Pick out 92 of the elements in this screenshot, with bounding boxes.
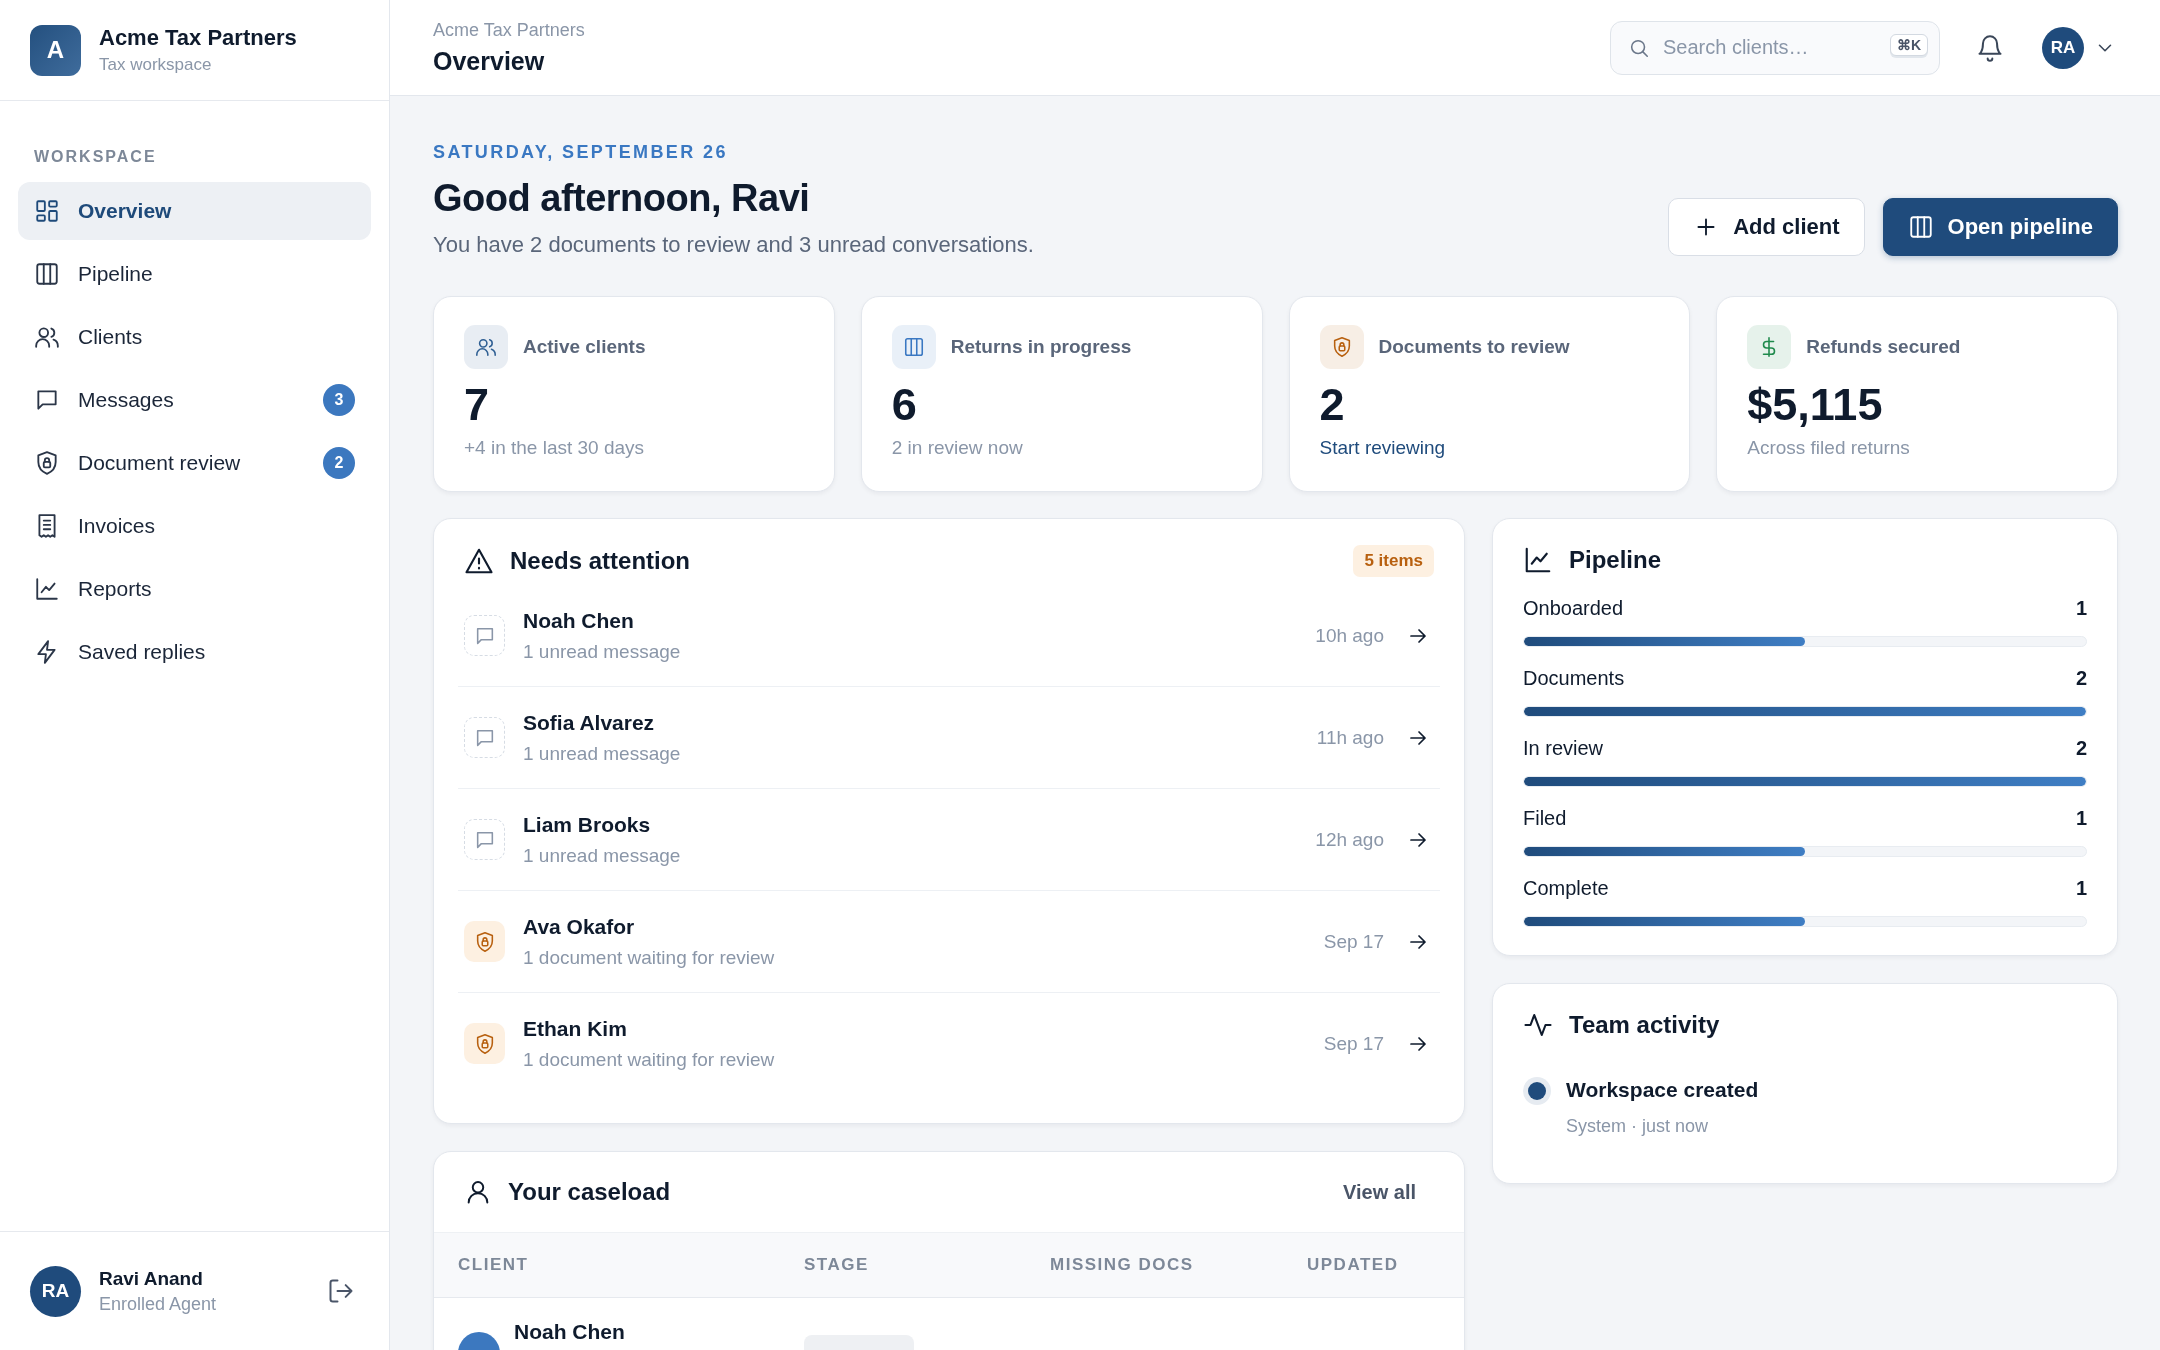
nav-item[interactable]: Messages 3 — [18, 371, 371, 429]
nav-item[interactable]: Pipeline — [18, 245, 371, 303]
stage-label: Onboarded — [1523, 597, 1624, 620]
item-time: Sep 17 — [1323, 1032, 1384, 1055]
stage-label: Documents — [1523, 667, 1625, 690]
item-detail: 1 unread message — [523, 640, 682, 663]
nav-item[interactable]: Invoices — [18, 497, 371, 555]
shield-icon — [34, 450, 60, 476]
nav-item[interactable]: Overview — [18, 182, 371, 240]
client-name: Sofia Alvarez — [523, 710, 656, 735]
stage-count: 2 — [2075, 737, 2087, 760]
item-detail: 1 document waiting for review — [523, 1048, 776, 1071]
stage-count: 1 — [2075, 807, 2087, 830]
client-name: Ava Okafor — [523, 914, 636, 939]
user-avatar: RA — [2042, 26, 2084, 69]
stage-label: In review — [1523, 737, 1604, 760]
view-all-link[interactable]: View all — [1343, 1180, 1416, 1204]
card-title: Needs attention — [510, 547, 692, 575]
stat-value: 6 — [891, 379, 918, 431]
column-header: UPDATED — [1307, 1255, 1400, 1275]
users-icon — [34, 324, 60, 350]
logout-icon — [327, 1277, 355, 1305]
breadcrumb: Acme Tax Partners — [433, 19, 586, 41]
client-name: Noah Chen — [514, 1320, 625, 1344]
nav-item[interactable]: Saved replies — [18, 623, 371, 681]
column-header: CLIENT — [458, 1255, 530, 1275]
user-role: Enrolled Agent — [99, 1293, 218, 1315]
item-time: 12h ago — [1315, 828, 1384, 851]
columns-icon — [34, 261, 60, 287]
nav-item[interactable]: Clients — [18, 308, 371, 366]
attention-item[interactable]: Liam Brooks 1 unread message 12h ago — [458, 789, 1440, 891]
stat-value: 2 — [1319, 379, 1346, 431]
bell-icon — [1976, 33, 2004, 62]
stat-label: Refunds secured — [1806, 336, 1961, 358]
count-badge: 2 — [323, 447, 355, 479]
brand-name: Acme Tax Partners — [99, 25, 297, 51]
line-chart-icon — [34, 576, 60, 602]
client-name: Ethan Kim — [523, 1016, 628, 1041]
client-name: Liam Brooks — [523, 812, 652, 837]
stage-count: 1 — [2075, 597, 2087, 620]
nav-item[interactable]: Reports — [18, 560, 371, 618]
date-label: SATURDAY, SEPTEMBER 26 — [433, 142, 729, 163]
stat-value: $5,115 — [1747, 379, 1884, 431]
item-detail: 1 document waiting for review — [523, 946, 776, 969]
column-header: STAGE — [804, 1255, 870, 1275]
stage-count: 1 — [2075, 877, 2087, 900]
start-reviewing-link[interactable]: Start reviewing — [1319, 437, 1446, 459]
card-title: Your caseload — [508, 1178, 672, 1206]
grid-icon — [34, 198, 60, 224]
brand-subtitle: Tax workspace — [99, 55, 213, 75]
attention-item[interactable]: Noah Chen 1 unread message 10h ago — [458, 585, 1440, 687]
client-name: Noah Chen — [523, 608, 635, 633]
nav-item[interactable]: Document review 2 — [18, 434, 371, 492]
column-header: MISSING DOCS — [1050, 1255, 1195, 1275]
stat-note: 2 in review now — [891, 437, 1024, 459]
primary-button[interactable]: Open pipeline — [1882, 198, 2118, 256]
stat-label: Active clients — [523, 336, 646, 358]
greeting-title: Good afternoon, Ravi — [433, 177, 811, 220]
item-time: Sep 17 — [1323, 930, 1384, 953]
profile-menu-button[interactable]: RA — [2042, 26, 2116, 69]
stage-label: Filed — [1523, 807, 1567, 830]
user-name: Ravi Anand — [99, 1267, 204, 1290]
item-detail: 1 unread message — [523, 844, 682, 867]
card-title: Pipeline — [1569, 546, 1663, 574]
user-avatar: RA — [30, 1265, 81, 1317]
item-time: 11h ago — [1316, 726, 1384, 749]
page-title: Overview — [433, 46, 546, 76]
attention-item[interactable]: Ethan Kim 1 document waiting for review Sep 17 — [458, 993, 1440, 1094]
event-title: Workspace created — [1566, 1078, 1759, 1102]
section-label: WORKSPACE — [33, 147, 158, 167]
brand-logo: A — [30, 24, 81, 76]
columns-icon — [1907, 214, 1934, 240]
warning-icon — [464, 546, 494, 576]
event-meta: System · just now — [1566, 1116, 1710, 1137]
stat-label: Returns in progress — [950, 336, 1132, 358]
count-badge: 5 items — [1353, 545, 1434, 577]
secondary-button[interactable]: Add client — [1668, 198, 1865, 256]
chat-bubble-icon — [34, 387, 60, 413]
card-title: Team activity — [1569, 1011, 1721, 1039]
stat-note: +4 in the last 30 days — [464, 437, 646, 459]
greeting-subtitle: You have 2 documents to review and 3 unread conversations. — [433, 232, 1035, 258]
attention-item[interactable]: Ava Okafor 1 document waiting for review Sep 17 — [458, 891, 1440, 993]
item-time: 10h ago — [1315, 624, 1384, 647]
attention-item[interactable]: Sofia Alvarez 1 unread message 11h ago — [458, 687, 1440, 789]
stage-label: Complete — [1523, 877, 1609, 900]
stat-note: Across filed returns — [1747, 437, 1911, 459]
stat-label: Documents to review — [1378, 336, 1570, 358]
stage-count: 2 — [2075, 667, 2087, 690]
stat-value: 7 — [464, 379, 491, 431]
item-detail: 1 unread message — [523, 742, 682, 765]
count-badge: 3 — [323, 384, 355, 416]
line-chart-icon — [1523, 545, 1553, 575]
